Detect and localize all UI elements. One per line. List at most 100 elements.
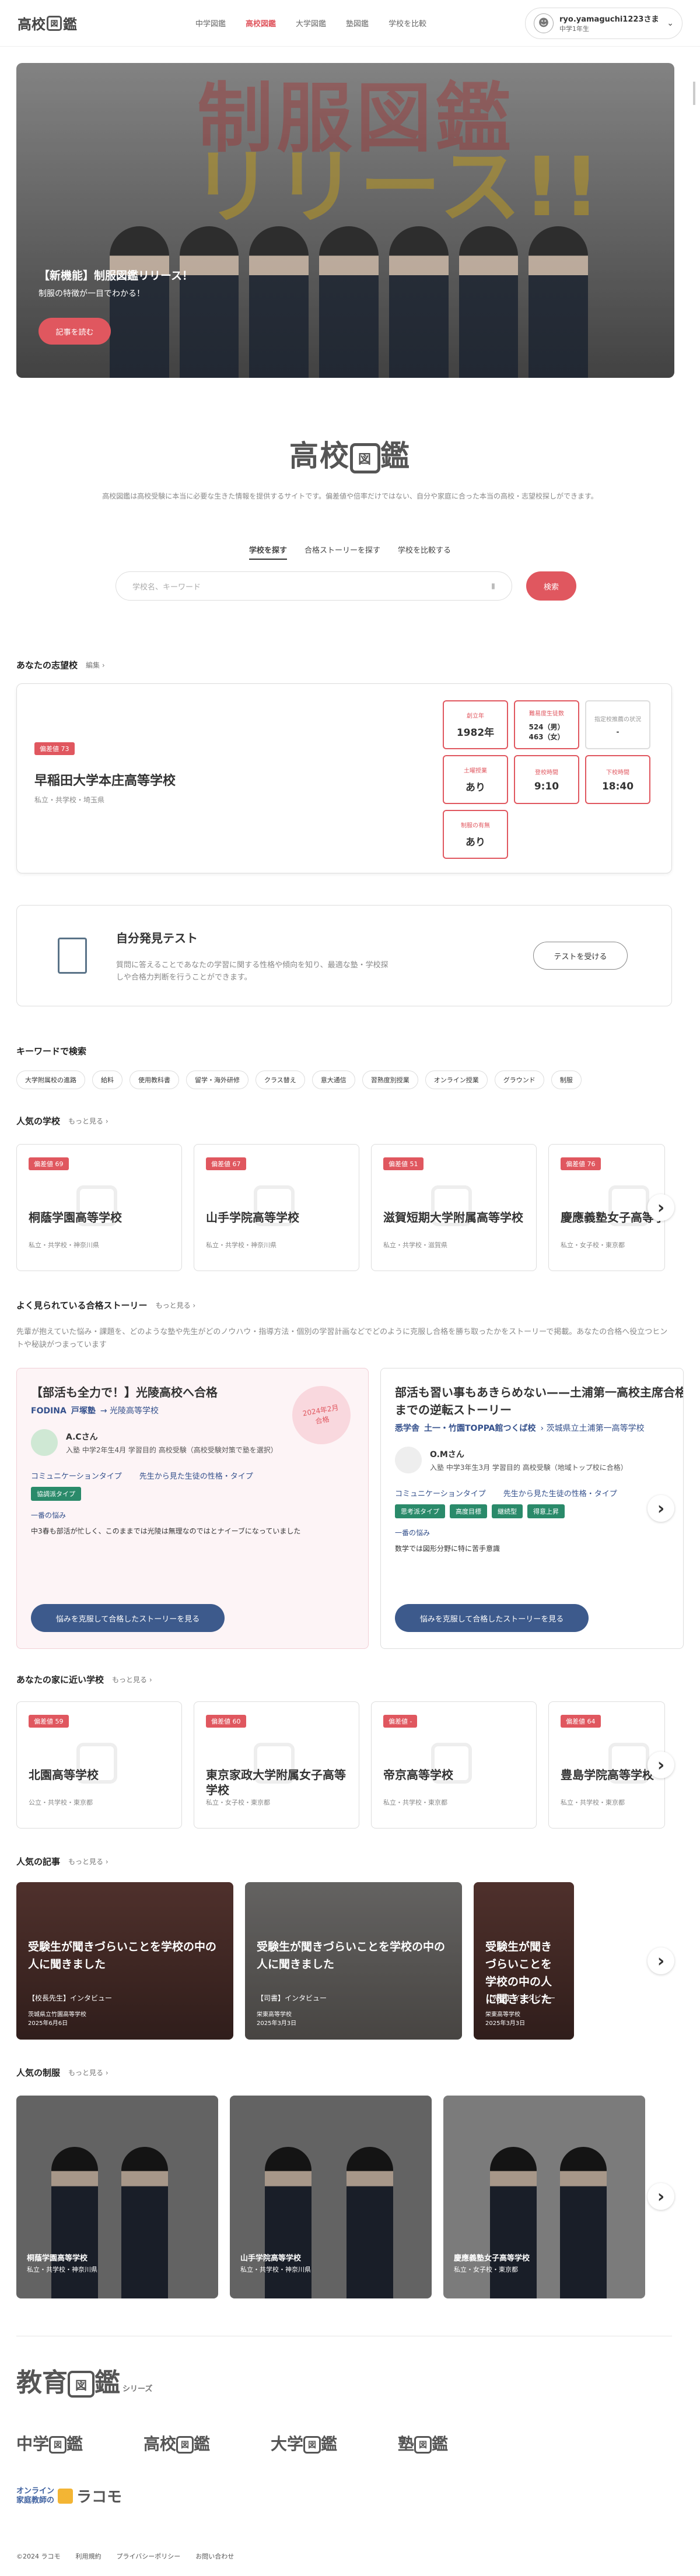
nav-juku[interactable]: 塾図鑑 [346,17,369,29]
school-card[interactable]: 偏差値 51 滋賀短期大学附属高等学校私立・共学校・滋賀県 [371,1144,537,1271]
scrollbar[interactable] [693,82,695,105]
nav-compare[interactable]: 学校を比較 [388,17,426,29]
type-tag: 思考派タイプ [395,1504,445,1518]
logo-text-end: 鑑 [63,16,77,33]
school-meta: 私立・共学校・埼玉県 [34,796,105,804]
type-tag: 得意上昇 [527,1504,565,1518]
school-meta: 私立・女子校・東京都 [561,1241,625,1249]
articles-heading: 人気の記事 もっと見る › [16,1856,108,1867]
search-placeholder: 学校名、キーワード [132,582,201,592]
person-icon: ☻ [534,13,554,33]
stories-more-link[interactable]: もっと見る › [156,1300,196,1310]
keyword-heading: キーワードで検索 [16,1046,87,1057]
school-card[interactable]: 偏差値 60 東京家政大学附属女子高等学校 私立・女子校・東京都 [194,1701,359,1829]
terms-link[interactable]: 利用規約 [76,2552,102,2561]
type-tag: 協調派タイプ [31,1487,81,1501]
uniform-card[interactable]: 慶應義塾女子高等学校 私立・女子校・東京都 [443,2096,645,2298]
brand-juku[interactable]: 塾図鑑 [398,2431,448,2455]
keyword-chip[interactable]: オンライン授業 [425,1071,488,1089]
type-tag: 継続型 [492,1504,523,1518]
keyword-chip[interactable]: 習熟度別授業 [362,1071,418,1089]
carousel-next-button[interactable]: › [648,1194,674,1221]
nav-koko[interactable]: 高校図鑑 [246,17,276,29]
article-card[interactable]: 受験生が聞きづらいことを学校の中の人に聞きました 【校長先生】インタビュー 茨城県立… [16,1882,233,2040]
popular-more-link[interactable]: もっと見る › [68,1116,108,1126]
article-sub: 【司書】インタビュー [257,1994,327,2002]
worry-label: 一番の悩み [395,1529,430,1537]
keyword-chip[interactable]: 大学附属校の進路 [16,1071,85,1089]
article-card[interactable]: 受験生が聞きづらいことを学校の中の人に聞きました 【司書】インタビュー 栄東高等学校… [245,1882,462,2040]
near-more-link[interactable]: もっと見る › [112,1675,152,1684]
contact-link[interactable]: お問い合わせ [195,2552,234,2561]
keyword-chip[interactable]: 給料 [92,1071,123,1089]
popular-school-list: 偏差値 69 桐蔭学園高等学校 私立・共学校・神奈川県 偏差値 67 山手学院高等学校… [16,1144,665,1271]
school-card[interactable]: 偏差値 59 北園高等学校 公立・共学校・東京都 [16,1701,182,1829]
school-meta: 私立・共学校・滋賀県 [383,1241,447,1249]
site-logo[interactable]: 高校図鑑 [18,13,169,33]
story-read-button[interactable]: 悩みを克服して合格したストーリーを見る [395,1604,589,1632]
story-card[interactable]: 2024年2月 合格 【部活も全力で！】光陵高校へ合格 FODINA 戸塚塾 → 光… [16,1368,369,1649]
carousel-next-button[interactable]: › [648,1495,674,1522]
keyword-chip[interactable]: 使用教科書 [130,1071,179,1089]
uniforms-more-link[interactable]: もっと見る › [68,2068,108,2077]
school-name: 帝京高等学校 [383,1768,453,1782]
uniform-card[interactable]: 山手学院高等学校 私立・共学校・神奈川県 [230,2096,432,2298]
article-title: 受験生が聞きづらいことを学校の中の人に聞きました [257,1940,446,1971]
keyword-chip[interactable]: グラウンド [494,1071,544,1089]
school-card[interactable]: 偏差値 - 帝京高等学校 私立・共学校・東京都 [371,1701,537,1829]
privacy-link[interactable]: プライバシーポリシー [117,2552,181,2561]
hero-banner[interactable]: 制服図鑑 リリース!! 【新機能】制服図鑑リリース！ 制服の特徴が一目でわかる！… [16,63,674,378]
self-test-desc: 質問に答えることであなたの学習に関する性格や傾向を知り、最適な塾・学校探しや合格… [116,961,388,982]
take-test-button[interactable]: テストを受ける [533,942,628,970]
tab-school-search[interactable]: 学校を探す [249,544,287,560]
brand-chugaku[interactable]: 中学図鑑 [16,2431,83,2455]
carousel-next-button[interactable]: › [648,2183,674,2210]
story-types: コミュニケーションタイプ 先生から見た生徒の性格・タイプ [31,1472,253,1481]
type-tag: 高度目標 [450,1504,487,1518]
story-school: 悉学舎 土一・竹園TOPPA館つくば校 › 茨城県立土浦第一高等学校 [395,1424,645,1433]
search-input[interactable]: 学校名、キーワード ▮ [116,571,512,601]
target-school-card[interactable]: 偏差値 73 早稲田大学本庄高等学校 私立・共学校・埼玉県 創立年 1982年 難… [16,683,672,873]
brand-koko[interactable]: 高校図鑑 [144,2431,210,2455]
microphone-icon[interactable]: ▮ [491,582,495,591]
site-header: 高校図鑑 中学図鑑 高校図鑑 大学図鑑 塾図鑑 学校を比較 ☻ ryo.yama… [0,0,700,47]
edit-link[interactable]: 編集 › [86,660,105,670]
hero-title: 【新機能】制服図鑑リリース！ [38,269,194,282]
articles-more-link[interactable]: もっと見る › [68,1856,108,1866]
article-card[interactable]: 受験生が聞きづらいことを学校の中の人に聞きました 【先生】インタビュー 栄東高等学校… [474,1882,574,2040]
nav-chugaku[interactable]: 中学図鑑 [195,17,226,29]
keyword-chip[interactable]: クラス替え [256,1071,305,1089]
carousel-next-button[interactable]: › [648,1947,674,1974]
tab-story-search[interactable]: 合格ストーリーを探す [304,544,380,560]
nav-daigaku[interactable]: 大学図鑑 [296,17,326,29]
lacomo-logo[interactable]: オンライン 家庭教師の ラコモ [16,2485,122,2507]
school-card[interactable]: 偏差値 67 山手学院高等学校 私立・共学校・神奈川県 [194,1144,359,1271]
stories-intro: 先輩が抱えていた悩み・課題を、どのような塾や先生がどのノウハウ・指導方法・個別の… [16,1328,668,1349]
article-sub: 【先生】インタビュー [485,1994,556,2002]
school-meta: 私立・女子校・東京都 [206,1799,270,1806]
main-logo: 高校図鑑 [289,439,411,473]
uniform-card[interactable]: 桐蔭学園高等学校 私立・共学校・神奈川県 [16,2096,218,2298]
carousel-next-button[interactable]: › [648,1752,674,1778]
school-card[interactable]: 偏差値 69 桐蔭学園高等学校 私立・共学校・神奈川県 [16,1144,182,1271]
story-read-button[interactable]: 悩みを克服して合格したストーリーを見る [31,1604,225,1632]
search-button[interactable]: 検索 [526,571,576,601]
keyword-chip[interactable]: 意大通信 [312,1071,355,1089]
school-meta: 私立・共学校・神奈川県 [206,1241,276,1249]
keyword-chip[interactable]: 留学・海外研修 [186,1071,249,1089]
keyword-chip[interactable]: 制服 [551,1071,582,1089]
self-test-card: 自分発見テスト 質問に答えることであなたの学習に関する性格や傾向を知り、最適な塾… [16,905,672,1006]
story-card[interactable]: 部活も習い事もあきらめない——土浦第一高校主席合格までの逆転ストーリー 悉学舎土… [380,1368,684,1649]
hensachi-badge: 偏差値 51 [383,1157,424,1170]
tab-compare[interactable]: 学校を比較する [398,544,451,560]
hero-read-button[interactable]: 記事を読む [38,318,111,345]
article-title: 受験生が聞きづらいことを学校の中の人に聞きました [28,1940,217,1971]
brand-daigaku[interactable]: 大学図鑑 [271,2431,337,2455]
uniform-school-meta: 私立・共学校・神奈川県 [240,2266,311,2273]
story-title: 【部活も全力で！】光陵高校へ合格 [31,1385,218,1399]
user-menu[interactable]: ☻ ryo.yamaguchi1223さま 中学1年生 ⌄ [525,7,682,39]
article-list: 受験生が聞きづらいことを学校の中の人に聞きました 【校長先生】インタビュー 茨城県立… [16,1882,574,2040]
school-name: 滋賀短期大学附属高等学校 [383,1210,523,1224]
stat-saturday: 土曜授業 あり [443,755,508,804]
stories-heading: よく見られている合格ストーリー もっと見る › [16,1300,196,1311]
